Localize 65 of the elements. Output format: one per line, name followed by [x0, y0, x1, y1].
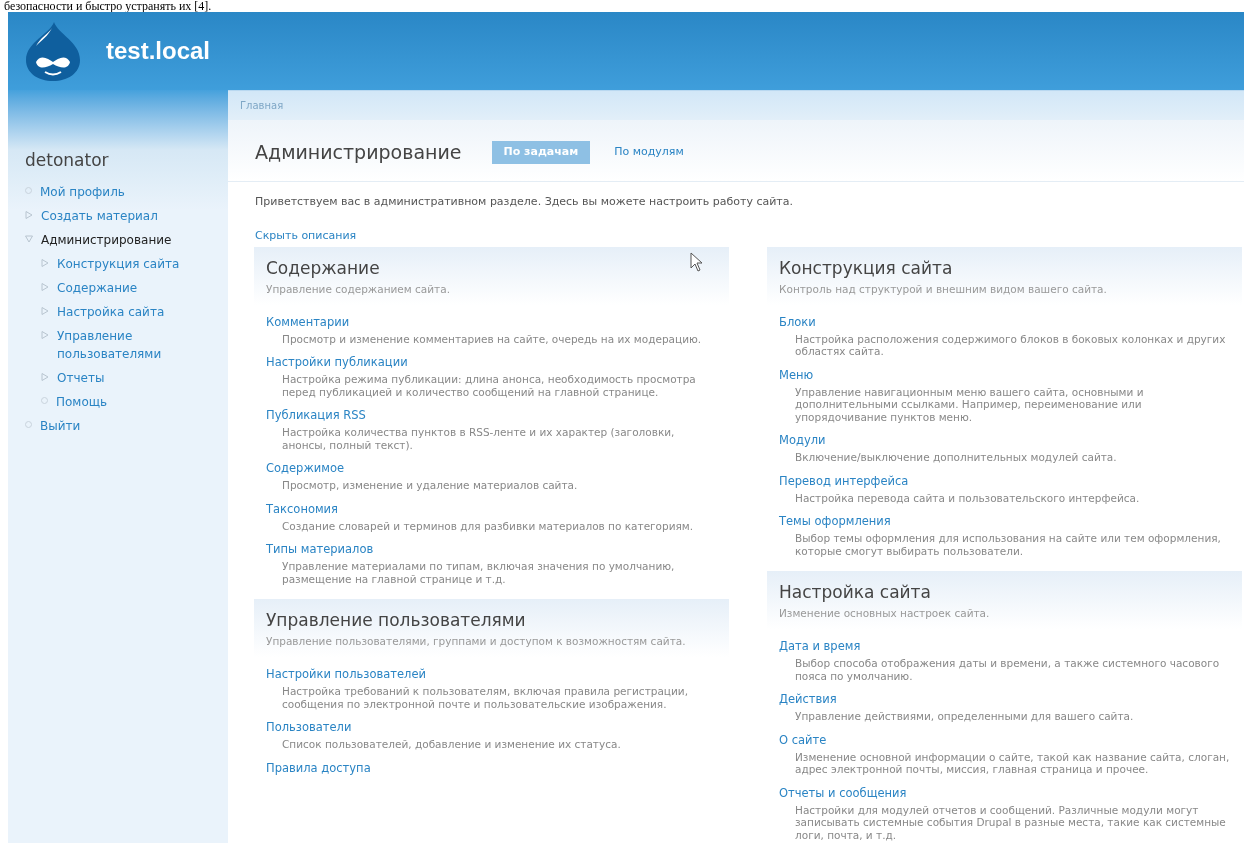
section-title: Управление пользователями — [266, 609, 526, 631]
section-description: Управление содержанием сайта. — [266, 281, 451, 297]
site-name[interactable]: test.local — [106, 33, 211, 69]
sidebar-link[interactable]: Помощь — [56, 392, 108, 411]
section-description: Управление пользователями, группами и доступом к возможностям сайта. — [266, 634, 687, 649]
sidebar-link[interactable]: Администрирование — [41, 230, 172, 249]
link-description: Настройка перевода сайта и пользовательского интерфейса. — [794, 491, 1141, 504]
link-description: Создание словарей и терминов для разбивки материалов по категориям. — [281, 519, 695, 532]
link-description: Настройка требований к пользователям, включая правила регистрации, сообщения по электронной почте и пользовательские изображения. — [281, 685, 689, 710]
section-description: Контроль над структурой и внешним видом вашего сайта. — [779, 281, 1108, 297]
admin-link[interactable]: Действия — [779, 692, 837, 706]
admin-link[interactable]: Типы материалов — [266, 542, 374, 556]
link-description: Настройки для модулей отчетов и сообщений. Различные модули могут записывать системные события Drupal в разные места, такие как системные логи, почта, и т.д. — [794, 803, 1227, 841]
document-text: безопасности и быстро устранять их [4]. — [4, 0, 212, 12]
admin-link[interactable]: Дата и время — [779, 639, 861, 653]
admin-link[interactable]: Темы оформления — [779, 514, 891, 528]
link-description: Просмотр и изменение комментариев на сайте, очередь на их модерацию. — [281, 332, 703, 345]
section-description: Изменение основных настроек сайта. — [779, 606, 991, 621]
admin-link[interactable]: Содержимое — [266, 461, 344, 475]
admin-link[interactable]: Пользователи — [266, 720, 352, 734]
admin-link[interactable]: Блоки — [779, 314, 816, 329]
admin-link[interactable]: Комментарии — [266, 314, 350, 329]
sidebar-link[interactable]: Содержание — [57, 278, 138, 297]
link-description: Выбор темы оформления для использования на сайте или тем оформления, которые смогут выбирать пользователи. — [794, 532, 1222, 557]
admin-link[interactable]: Модули — [779, 433, 826, 447]
admin-link[interactable]: Меню — [779, 367, 814, 382]
welcome-text: Приветствуем вас в административном разделе. Здесь вы можете настроить работу сайта. — [254, 193, 794, 210]
sidebar-link[interactable]: Создать материал — [41, 206, 158, 225]
link-description: Управление навигационным меню вашего сайта, основными и дополнительными ссылками. Например, переименование или упорядочивание пунктов меню. — [794, 385, 1145, 423]
breadcrumb-link[interactable]: Главная — [240, 98, 284, 113]
sidebar-link[interactable]: Выйти — [40, 416, 81, 435]
admin-link[interactable]: О сайте — [779, 732, 827, 747]
section-title: Конструкция сайта — [779, 256, 953, 279]
admin-link[interactable]: Публикация RSS — [266, 408, 366, 422]
tab[interactable]: По модулям — [602, 141, 696, 164]
link-description: Настройка режима публикации: длина анонса, необходимость просмотра перед публикацией и количество сообщений на главной странице. — [281, 373, 697, 398]
admin-link[interactable]: Правила доступа — [266, 760, 371, 775]
link-description: Список пользователей, добавление и изменение их статуса. — [281, 738, 622, 751]
link-description: Выбор способа отображения даты и времени, а также системного часового пояса по умолчанию. — [794, 657, 1221, 682]
link-description: Управление действиями, определенными для вашего сайта. — [794, 710, 1135, 723]
admin-link[interactable]: Отчеты и сообщения — [779, 785, 907, 800]
drop-logo-icon — [24, 20, 82, 82]
link-description: Управление материалами по типам, включая значения по умолчанию, размещение на главной странице и т.д. — [281, 560, 676, 585]
admin-link[interactable]: Настройки пользователей — [266, 667, 426, 681]
section-title: Настройка сайта — [779, 581, 931, 603]
mouse-cursor-icon — [690, 252, 704, 272]
sidebar-link[interactable]: Мой профиль — [40, 182, 125, 201]
page-title: Администрирование — [255, 140, 462, 165]
sidebar-link[interactable]: Конструкция сайта — [57, 254, 180, 273]
sidebar-link[interactable]: Управление пользователями — [57, 326, 220, 363]
circle-bullet-icon — [41, 396, 48, 404]
link-description: Настройка расположения содержимого блоков в боковых колонках и других областях сайта. — [794, 332, 1227, 358]
admin-link[interactable]: Таксономия — [266, 501, 338, 516]
admin-link[interactable]: Настройки публикации — [266, 355, 408, 369]
link-description: Просмотр, изменение и удаление материалов сайта. — [281, 479, 579, 492]
admin-link[interactable]: Перевод интерфейса — [779, 473, 909, 488]
section-title: Содержание — [266, 256, 380, 279]
hide-descriptions-link[interactable]: Скрыть описания — [228, 228, 384, 245]
sidebar-link[interactable]: Отчеты — [57, 368, 105, 387]
sidebar-link[interactable]: Настройка сайта — [57, 302, 165, 321]
circle-bullet-icon — [25, 420, 32, 428]
link-description: Настройка количества пунктов в RSS-ленте и их характер (заголовки, анонсы, полный текст). — [281, 426, 676, 451]
sidebar-title: detonator — [25, 149, 110, 172]
link-description: Изменение основной информации о сайте, такой как название сайта, слоган, адрес электронной почты, миссия, главная страница и прочее. — [794, 750, 1230, 776]
link-description: Включение/выключение дополнительных модулей сайта. — [794, 451, 1118, 464]
